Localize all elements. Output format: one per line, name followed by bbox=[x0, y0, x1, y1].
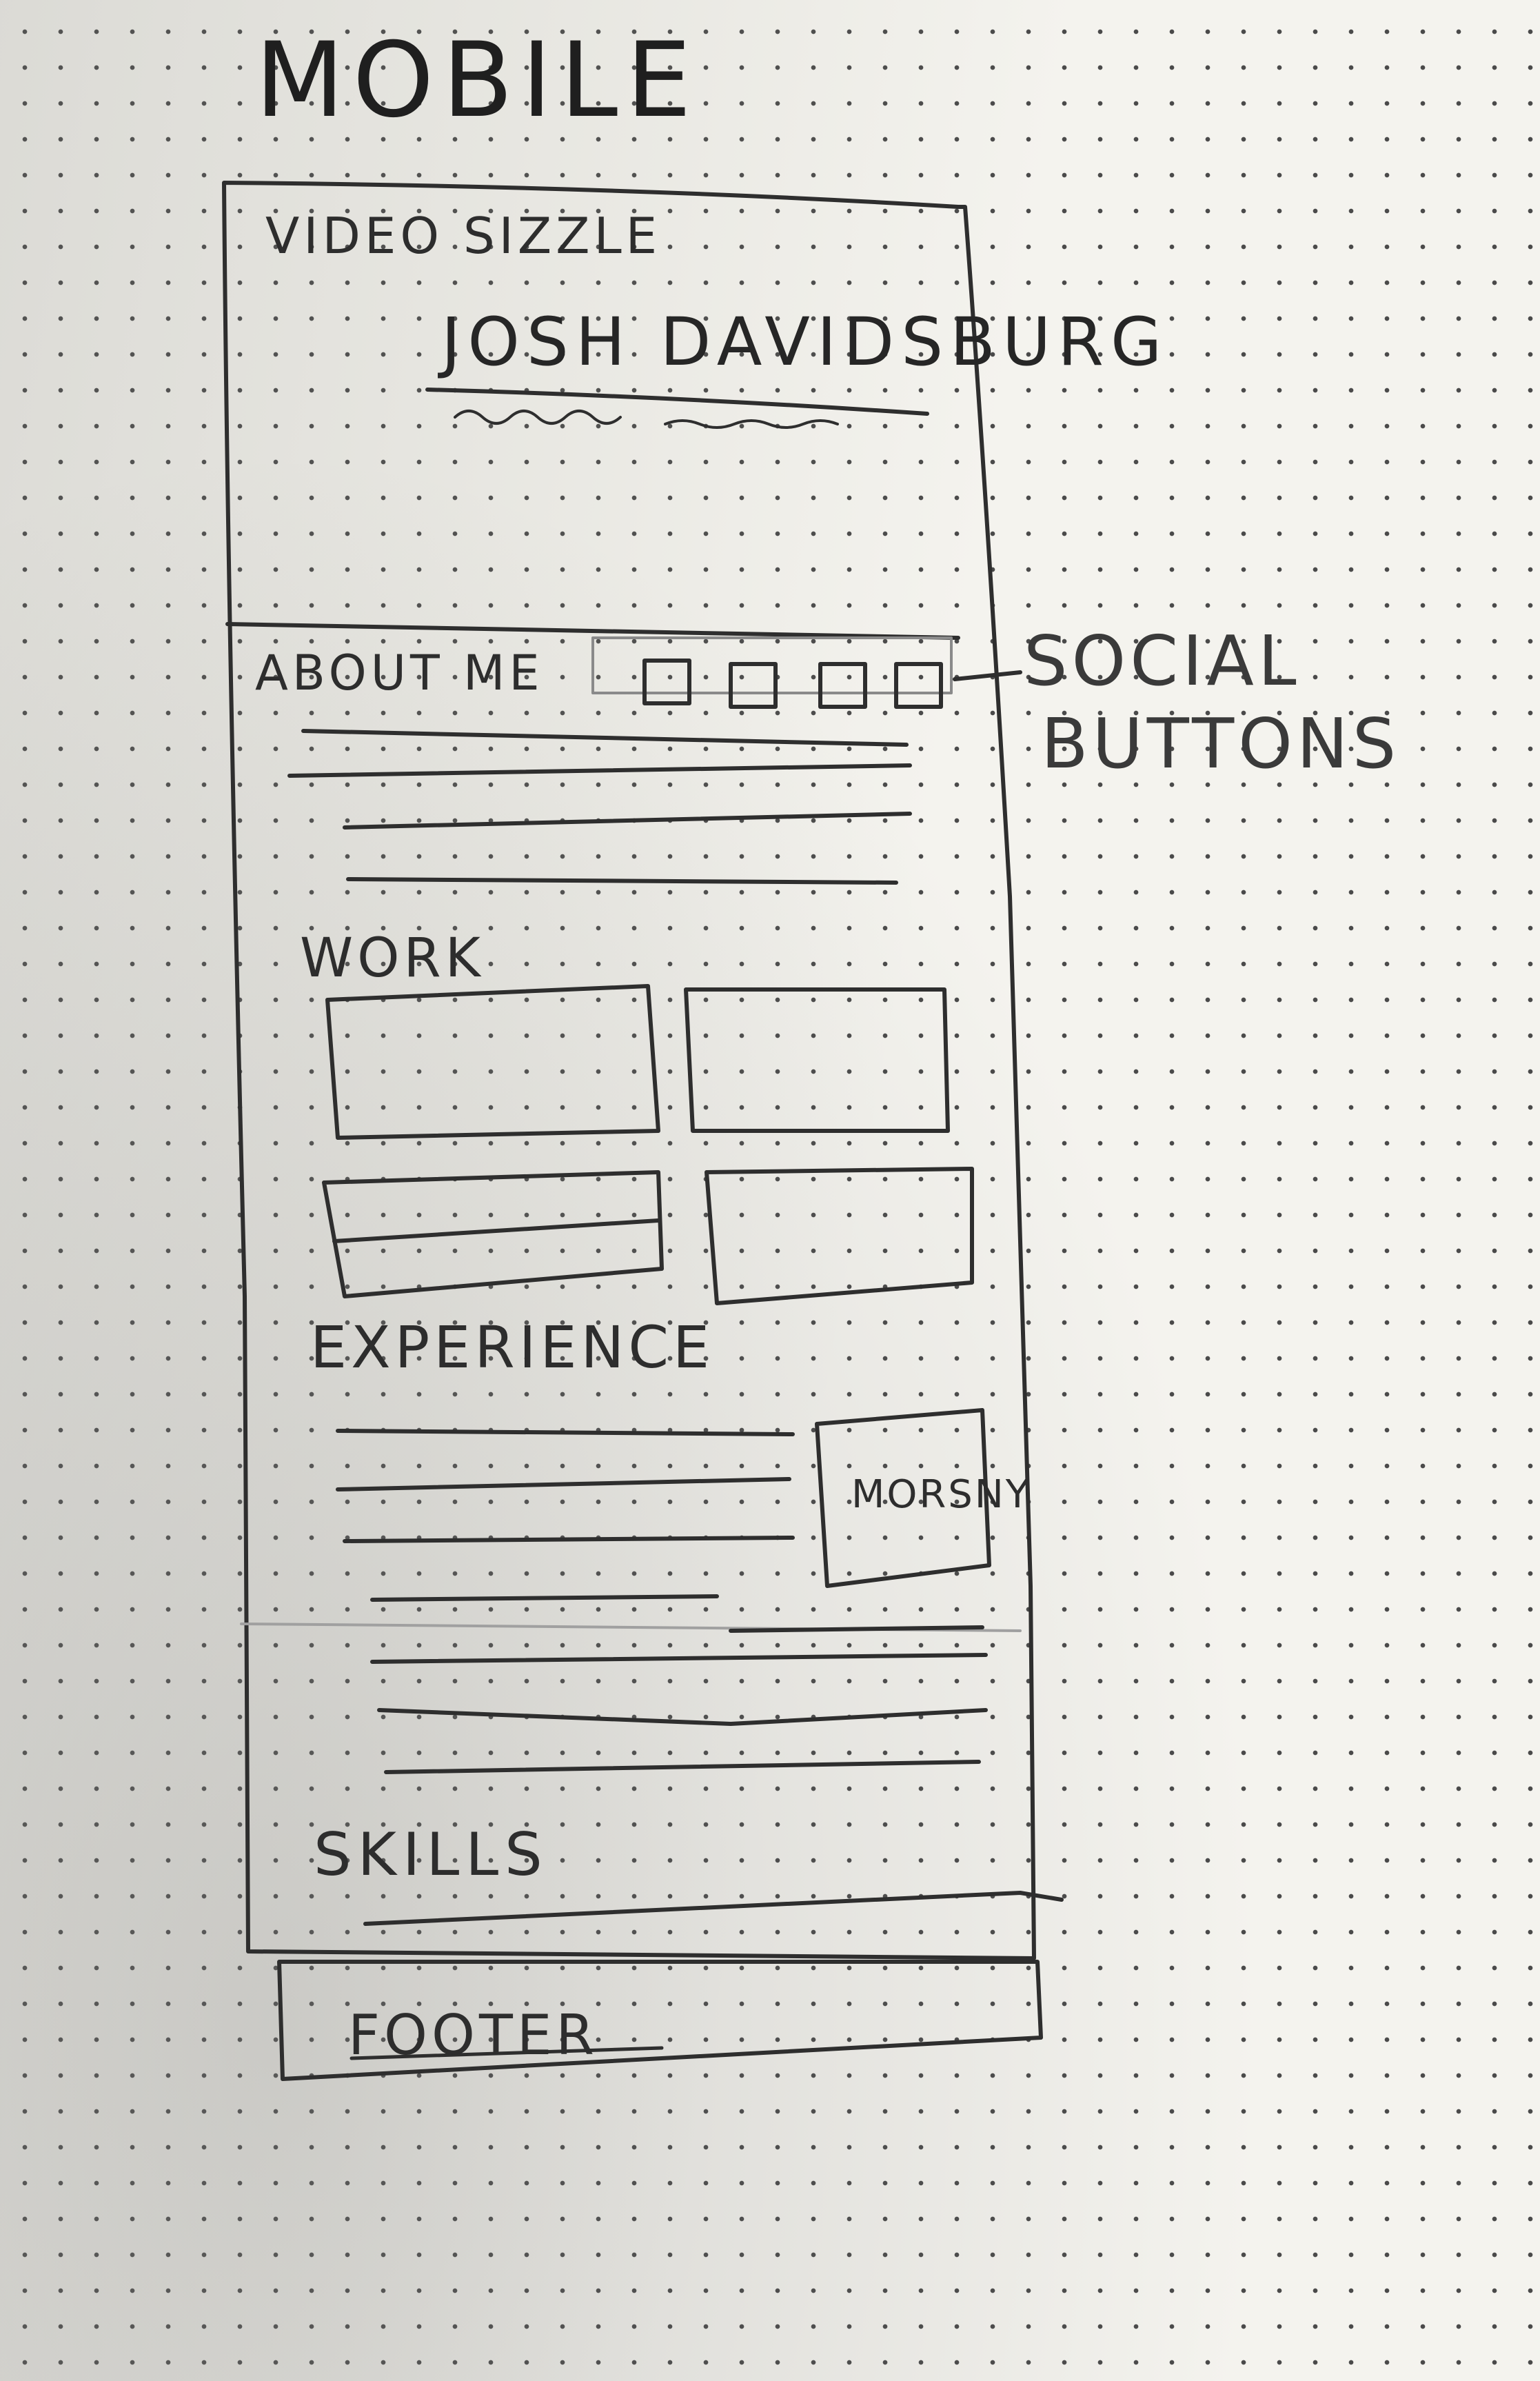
work-card-1 bbox=[325, 984, 660, 1140]
work-card-2 bbox=[684, 987, 950, 1133]
social-icon-3 bbox=[818, 662, 867, 709]
more-line-3 bbox=[377, 1708, 988, 1726]
work-card-3-slash bbox=[332, 1218, 660, 1243]
more-line-4 bbox=[384, 1760, 981, 1774]
social-icon-4 bbox=[894, 662, 943, 709]
skills-heading: SKILLS bbox=[314, 1820, 549, 1889]
page-title: MOBILE bbox=[255, 21, 700, 141]
about-line-4 bbox=[346, 877, 898, 885]
phone-frame bbox=[222, 181, 1036, 1960]
social-icon-1 bbox=[642, 659, 691, 705]
social-icon-2 bbox=[729, 662, 778, 709]
social-note-line1: SOCIAL bbox=[1024, 621, 1301, 701]
social-note-line2: BUTTONS bbox=[1041, 703, 1401, 784]
about-line-1 bbox=[301, 729, 909, 747]
about-heading: ABOUT ME bbox=[255, 645, 544, 701]
work-heading: WORK bbox=[300, 927, 485, 989]
social-arrow bbox=[953, 670, 1022, 681]
skills-bar bbox=[363, 1891, 1064, 1926]
footer-label: FOOTER bbox=[348, 2003, 598, 2067]
exp-line-4 bbox=[370, 1594, 719, 1602]
work-card-3 bbox=[322, 1170, 664, 1298]
hero-squiggle-left bbox=[454, 410, 622, 425]
hero-name: JOSH DAVIDSBURG bbox=[441, 303, 1169, 381]
exp-line-1 bbox=[336, 1429, 795, 1436]
about-line-3 bbox=[343, 812, 912, 830]
name-underline bbox=[425, 388, 929, 416]
hero-squiggle-right bbox=[664, 419, 839, 429]
more-line-2 bbox=[370, 1653, 988, 1664]
work-card-4 bbox=[705, 1167, 974, 1305]
experience-heading: EXPERIENCE bbox=[310, 1314, 714, 1381]
exp-line-2 bbox=[336, 1477, 791, 1491]
about-line-2 bbox=[287, 763, 912, 778]
hero-divider bbox=[225, 622, 960, 640]
experience-image-label: MORSNY bbox=[851, 1472, 1031, 1517]
hero-video-label: VIDEO SIZZLE bbox=[265, 207, 662, 265]
exp-line-3 bbox=[343, 1536, 795, 1543]
